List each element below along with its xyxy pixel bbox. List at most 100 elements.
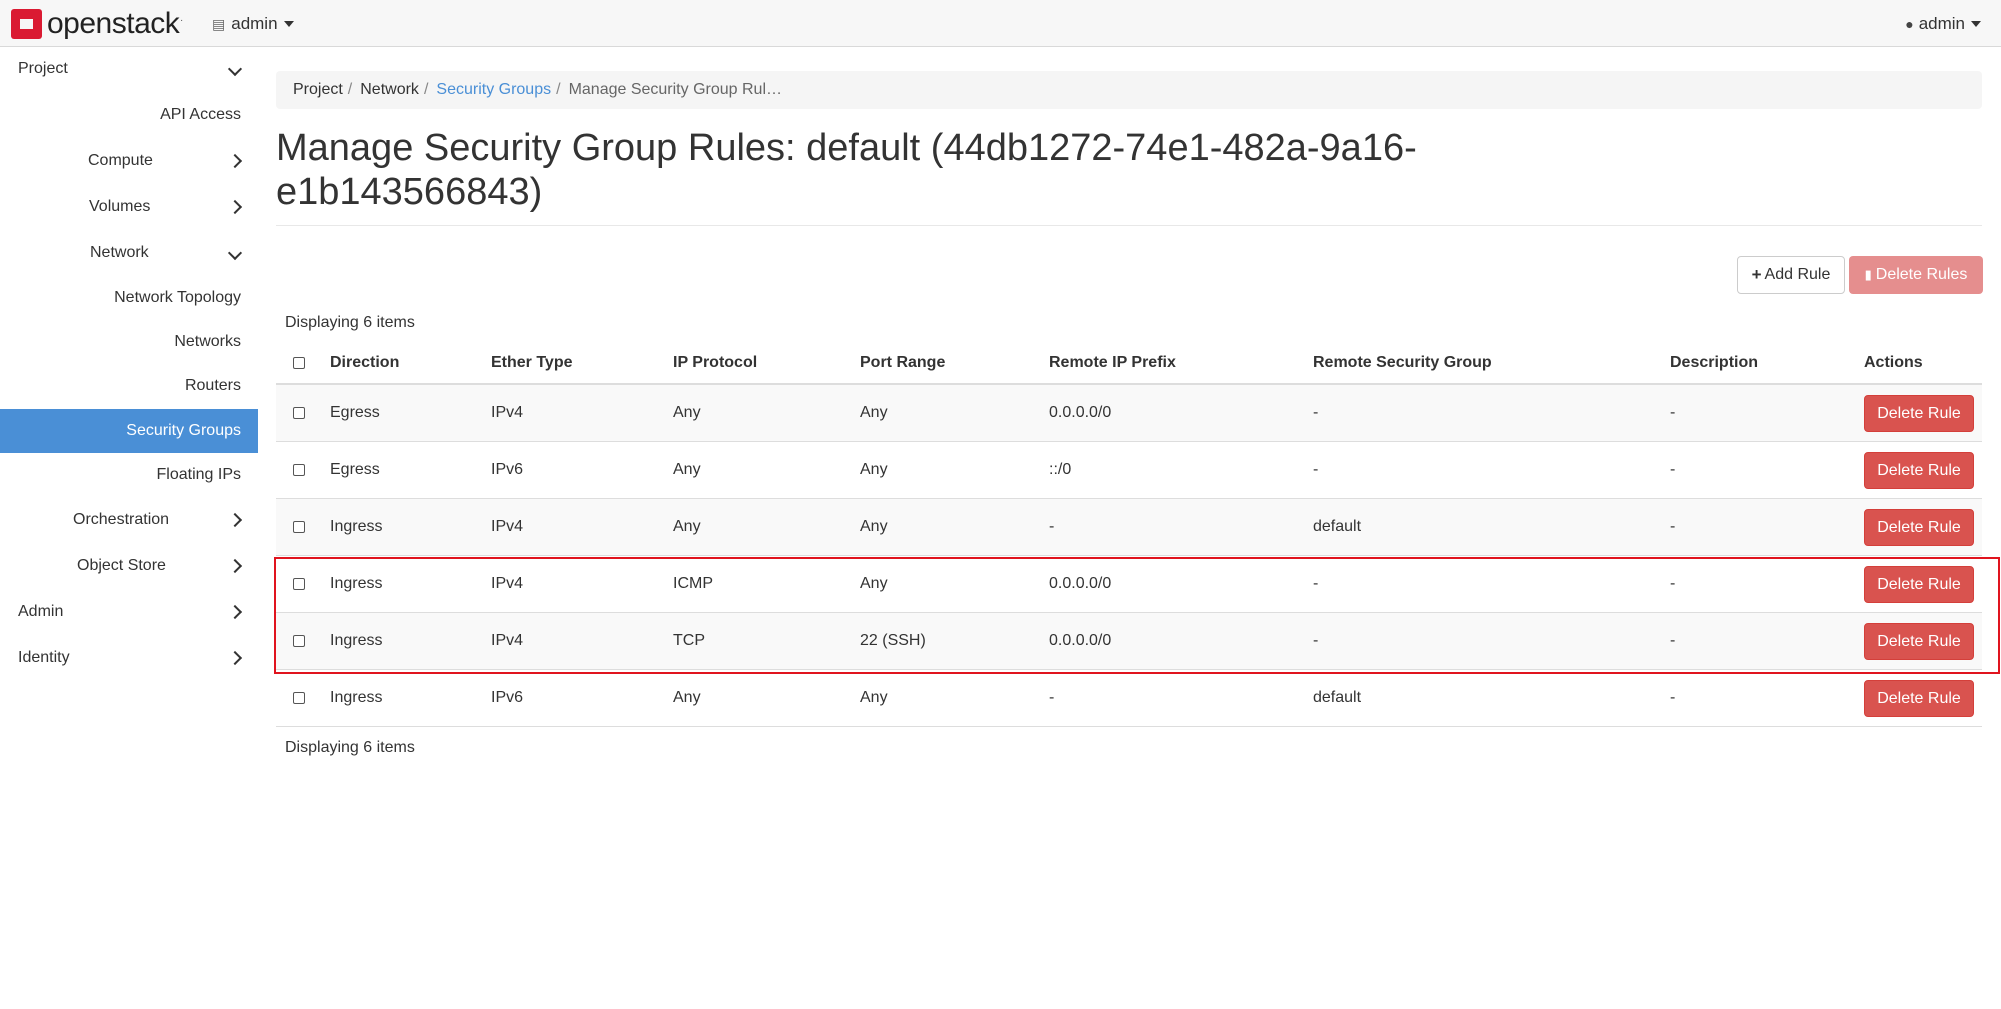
delete-rule-button[interactable]: Delete Rule bbox=[1864, 395, 1974, 432]
sidebar-item-object-store[interactable]: Object Store bbox=[0, 544, 258, 588]
page-title-line-1: Manage Security Group Rules: default (44… bbox=[276, 127, 1417, 169]
breadcrumb-security-groups-link[interactable]: Security Groups bbox=[436, 81, 551, 99]
sidebar-item-floating-ips[interactable]: Floating IPs bbox=[0, 453, 258, 497]
cell-ip-protocol: ICMP bbox=[673, 575, 713, 592]
sidebar-item-networks[interactable]: Networks bbox=[0, 320, 258, 364]
sidebar-item-volumes[interactable]: Volumes bbox=[0, 185, 258, 229]
caret-down-icon bbox=[1971, 21, 1981, 27]
chevron-down-icon bbox=[227, 245, 243, 261]
brand-mark: . bbox=[180, 13, 184, 24]
cell-description: - bbox=[1670, 632, 1676, 649]
chevron-right-icon bbox=[227, 558, 243, 574]
cell-remote-ip-prefix: 0.0.0.0/0 bbox=[1049, 575, 1112, 592]
cell-direction: Ingress bbox=[330, 518, 383, 535]
column-header-ip-protocol[interactable]: IP Protocol bbox=[673, 354, 757, 372]
row-checkbox[interactable] bbox=[293, 692, 305, 704]
sidebar-item-label: Networks bbox=[174, 333, 241, 350]
delete-rules-label: Delete Rules bbox=[1875, 266, 1968, 283]
item-count-bottom: Displaying 6 items bbox=[285, 739, 415, 756]
column-header-description[interactable]: Description bbox=[1670, 354, 1758, 372]
cell-remote-security-group: default bbox=[1313, 689, 1362, 706]
breadcrumb-separator: / bbox=[423, 81, 429, 98]
chevron-right-icon bbox=[227, 199, 243, 215]
table-row: Ingress IPv4 ICMP Any 0.0.0.0/0 - - Dele… bbox=[276, 556, 1982, 613]
chevron-right-icon bbox=[227, 650, 243, 666]
column-header-remote-security-group[interactable]: Remote Security Group bbox=[1313, 354, 1492, 372]
delete-rule-button[interactable]: Delete Rule bbox=[1864, 452, 1974, 489]
cell-ip-protocol: TCP bbox=[673, 632, 705, 649]
breadcrumb-project: Project bbox=[293, 81, 343, 98]
sidebar-item-label: Orchestration bbox=[73, 511, 170, 528]
cell-remote-security-group: default bbox=[1313, 518, 1362, 535]
table-body: Egress IPv4 Any Any 0.0.0.0/0 - - Delete… bbox=[276, 385, 1982, 727]
chevron-right-icon bbox=[227, 604, 243, 620]
sidebar-item-api-access[interactable]: API Access bbox=[0, 93, 258, 137]
column-header-remote-ip-prefix[interactable]: Remote IP Prefix bbox=[1049, 354, 1176, 372]
sidebar-item-compute[interactable]: Compute bbox=[0, 139, 258, 183]
sidebar-item-label: Security Groups bbox=[126, 422, 241, 439]
breadcrumb-separator: / bbox=[556, 81, 561, 98]
add-rule-button[interactable]: + Add Rule bbox=[1737, 256, 1845, 294]
cell-ether-type: IPv4 bbox=[491, 575, 524, 592]
cell-port-range: Any bbox=[860, 404, 888, 421]
sidebar: Project API Access Compute Volumes Netwo… bbox=[0, 47, 258, 1009]
user-menu[interactable]: ● admin bbox=[1905, 14, 1981, 34]
breadcrumb-network: Network bbox=[360, 81, 419, 98]
add-rule-label: Add Rule bbox=[1764, 266, 1831, 283]
openstack-logo[interactable]: openstack . bbox=[11, 9, 183, 39]
cell-port-range: Any bbox=[860, 461, 888, 478]
column-header-port-range[interactable]: Port Range bbox=[860, 354, 945, 372]
cell-remote-security-group: - bbox=[1313, 461, 1319, 478]
breadcrumb-current: Manage Security Group Rul… bbox=[568, 81, 782, 98]
cell-remote-ip-prefix: - bbox=[1049, 689, 1055, 706]
sidebar-item-label: Admin bbox=[18, 603, 64, 620]
chevron-right-icon bbox=[227, 153, 243, 169]
breadcrumb-separator: / bbox=[347, 81, 353, 98]
cell-direction: Ingress bbox=[330, 575, 383, 592]
cell-ether-type: IPv4 bbox=[491, 632, 524, 649]
sidebar-item-network-topology[interactable]: Network Topology bbox=[0, 276, 258, 320]
user-name: admin bbox=[1918, 14, 1965, 33]
column-header-ether-type[interactable]: Ether Type bbox=[491, 354, 573, 372]
sidebar-item-network[interactable]: Network bbox=[0, 231, 258, 275]
chevron-down-icon bbox=[227, 61, 243, 77]
sidebar-item-admin[interactable]: Admin bbox=[0, 590, 258, 634]
row-checkbox[interactable] bbox=[293, 464, 305, 476]
delete-rule-button[interactable]: Delete Rule bbox=[1864, 680, 1974, 717]
table-row: Egress IPv6 Any Any ::/0 - - Delete Rule bbox=[276, 442, 1982, 499]
sidebar-item-identity[interactable]: Identity bbox=[0, 636, 258, 680]
cell-remote-security-group: - bbox=[1313, 404, 1319, 421]
delete-rule-button[interactable]: Delete Rule bbox=[1864, 509, 1974, 546]
row-checkbox[interactable] bbox=[293, 578, 305, 590]
chevron-right-icon bbox=[227, 512, 243, 528]
cell-ether-type: IPv4 bbox=[491, 404, 524, 421]
cell-port-range: Any bbox=[860, 575, 888, 592]
sidebar-item-security-groups[interactable]: Security Groups bbox=[0, 409, 258, 453]
sidebar-item-project[interactable]: Project bbox=[0, 47, 258, 91]
cell-remote-security-group: - bbox=[1313, 575, 1319, 592]
cell-description: - bbox=[1670, 689, 1676, 706]
cell-direction: Ingress bbox=[330, 632, 383, 649]
cell-description: - bbox=[1670, 518, 1676, 535]
sidebar-item-label: Network Topology bbox=[114, 289, 241, 306]
column-header-actions: Actions bbox=[1864, 354, 1923, 371]
row-checkbox[interactable] bbox=[293, 521, 305, 533]
table-row: Ingress IPv6 Any Any - default - Delete … bbox=[276, 670, 1982, 727]
project-switcher[interactable]: ▤ admin bbox=[212, 14, 294, 34]
row-checkbox[interactable] bbox=[293, 635, 305, 647]
delete-rule-button[interactable]: Delete Rule bbox=[1864, 623, 1974, 660]
cell-remote-ip-prefix: - bbox=[1049, 518, 1055, 535]
delete-rule-button[interactable]: Delete Rule bbox=[1864, 566, 1974, 603]
cell-remote-ip-prefix: ::/0 bbox=[1049, 461, 1072, 478]
sidebar-item-label: Floating IPs bbox=[156, 466, 241, 483]
sidebar-item-label: Compute bbox=[88, 152, 153, 169]
cell-ether-type: IPv6 bbox=[491, 461, 524, 478]
select-all-checkbox[interactable] bbox=[293, 357, 305, 369]
sidebar-item-orchestration[interactable]: Orchestration bbox=[0, 498, 258, 542]
sidebar-item-routers[interactable]: Routers bbox=[0, 364, 258, 408]
row-checkbox[interactable] bbox=[293, 407, 305, 419]
sidebar-item-label: Identity bbox=[18, 649, 70, 666]
table-row: Ingress IPv4 TCP 22 (SSH) 0.0.0.0/0 - - … bbox=[276, 613, 1982, 670]
column-header-direction[interactable]: Direction bbox=[330, 354, 399, 372]
delete-rules-button[interactable]: ▮ Delete Rules bbox=[1849, 256, 1983, 294]
